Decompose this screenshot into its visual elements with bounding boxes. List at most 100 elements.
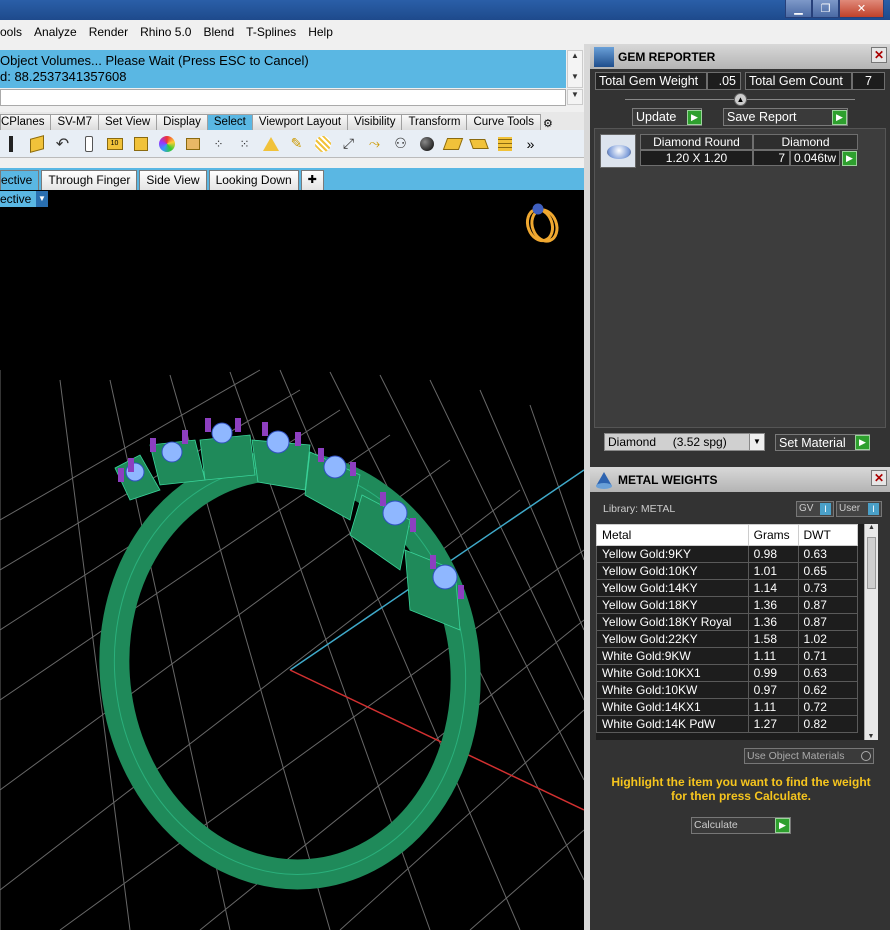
ten-icon[interactable]: 10 xyxy=(104,133,125,154)
bottle-icon[interactable] xyxy=(78,133,99,154)
table-row[interactable]: Yellow Gold:14KY 1.14 0.73 xyxy=(596,579,859,597)
menu-tools[interactable]: ools xyxy=(0,20,28,44)
table-row[interactable]: White Gold:14K PdW 1.27 0.82 xyxy=(596,715,859,733)
save-report-button[interactable]: Save Report xyxy=(723,108,848,126)
scale-icon[interactable]: ⤢ xyxy=(338,133,359,154)
table-row[interactable]: Yellow Gold:9KY 0.98 0.63 xyxy=(596,545,859,563)
dwt-value: 0.82 xyxy=(797,715,859,733)
table-row[interactable]: Yellow Gold:18KY 1.36 0.87 xyxy=(596,596,859,614)
spheres-icon[interactable]: ⚇ xyxy=(390,133,411,154)
metal-name: Yellow Gold:14KY xyxy=(596,579,749,597)
table-row[interactable]: White Gold:10KX1 0.99 0.63 xyxy=(596,664,859,682)
black-sphere-icon[interactable] xyxy=(416,133,437,154)
use-object-materials-toggle[interactable]: Use Object Materials xyxy=(744,748,874,764)
pen-icon[interactable]: ✎ xyxy=(286,133,307,154)
menu-rhino[interactable]: Rhino 5.0 xyxy=(134,20,197,44)
vp-tab-through-finger[interactable]: Through Finger xyxy=(41,170,138,190)
dwt-value: 0.65 xyxy=(797,562,859,580)
total-gem-count-value: 7 xyxy=(852,72,885,90)
tab-select[interactable]: Select xyxy=(206,114,253,130)
menu-blend[interactable]: Blend xyxy=(197,20,240,44)
table-row[interactable]: White Gold:14KX1 1.11 0.72 xyxy=(596,698,859,716)
table-row[interactable]: White Gold:10KW 0.97 0.62 xyxy=(596,681,859,699)
close-window-button[interactable]: ✕ xyxy=(839,0,884,18)
dwt-value: 0.87 xyxy=(797,613,859,631)
user-toggle[interactable]: User I xyxy=(836,501,882,517)
grams-value: 0.97 xyxy=(747,681,799,699)
dwt-value: 0.72 xyxy=(797,698,859,716)
ring-model xyxy=(99,418,481,890)
close-icon[interactable]: ✕ xyxy=(871,47,887,63)
minimize-button[interactable]: ▁ xyxy=(785,0,812,18)
update-play-icon[interactable]: ▶ xyxy=(687,110,702,125)
flat-surface-icon[interactable] xyxy=(468,133,489,154)
tab-curve-tools[interactable]: Curve Tools xyxy=(466,114,541,130)
gear-icon[interactable]: ⚙ xyxy=(540,117,553,130)
tab-sv-m7[interactable]: SV-M7 xyxy=(50,114,99,130)
tab-set-view[interactable]: Set View xyxy=(97,114,158,130)
menu-analyze[interactable]: Analyze xyxy=(28,20,83,44)
grams-value: 1.11 xyxy=(747,698,799,716)
col-grams[interactable]: Grams xyxy=(747,524,799,546)
calculate-label: Calculate xyxy=(694,819,738,831)
set-material-play-icon[interactable]: ▶ xyxy=(855,435,870,450)
tent-icon[interactable] xyxy=(260,133,281,154)
cube-icon[interactable] xyxy=(130,133,151,154)
menu-help[interactable]: Help xyxy=(302,20,339,44)
curve-icon[interactable]: ⤳ xyxy=(364,133,385,154)
save-report-play-icon[interactable]: ▶ xyxy=(832,110,847,125)
viewport-tabs: ective Through Finger Side View Looking … xyxy=(0,168,585,190)
more-icon[interactable]: » xyxy=(520,133,541,154)
table-row[interactable]: Yellow Gold:22KY 1.58 1.02 xyxy=(596,630,859,648)
material-select[interactable]: Diamond (3.52 spg) xyxy=(604,433,765,451)
arrow-icon[interactable] xyxy=(0,133,21,154)
box-icon[interactable] xyxy=(26,133,47,154)
tab-transform[interactable]: Transform xyxy=(401,114,468,130)
vp-tab-perspective[interactable]: ective xyxy=(0,170,40,190)
viewport-3d[interactable] xyxy=(0,190,584,930)
col-metal[interactable]: Metal xyxy=(596,524,749,546)
chevron-down-icon[interactable]: ▼ xyxy=(749,434,764,450)
use-object-materials-label: Use Object Materials xyxy=(747,750,845,762)
grid-surface-icon[interactable] xyxy=(494,133,515,154)
command-expand-button[interactable]: ▼ xyxy=(567,89,583,105)
folder-box-icon[interactable] xyxy=(182,133,203,154)
col-dwt[interactable]: DWT xyxy=(797,524,859,546)
close-icon[interactable]: ✕ xyxy=(871,470,887,486)
tab-display[interactable]: Display xyxy=(156,114,208,130)
scroll-thumb[interactable] xyxy=(867,537,876,589)
tab-cplanes[interactable]: CPlanes xyxy=(0,114,52,130)
command-scrollbar[interactable]: ▲ ▼ xyxy=(567,50,583,88)
command-input[interactable] xyxy=(0,89,566,106)
scroll-down-icon[interactable]: ▼ xyxy=(568,72,582,81)
undo-icon[interactable]: ↶ xyxy=(52,133,73,154)
table-row[interactable]: White Gold:9KW 1.11 0.71 xyxy=(596,647,859,665)
surface-icon[interactable] xyxy=(442,133,463,154)
collapse-icon[interactable]: ▲ xyxy=(734,93,747,106)
library-label: Library: METAL xyxy=(603,503,676,515)
color-wheel-icon[interactable] xyxy=(156,133,177,154)
scroll-up-icon[interactable]: ▲ xyxy=(568,51,582,60)
tab-viewport-layout[interactable]: Viewport Layout xyxy=(251,114,349,130)
tab-visibility[interactable]: Visibility xyxy=(347,114,403,130)
calculate-hint: Highlight the item you want to find the … xyxy=(611,775,871,803)
add-viewport-icon[interactable]: ✚ xyxy=(300,170,324,190)
menu-render[interactable]: Render xyxy=(83,20,134,44)
metal-name: Yellow Gold:9KY xyxy=(596,545,749,563)
restore-button[interactable]: ❐ xyxy=(812,0,839,18)
mesh-icon[interactable] xyxy=(312,133,333,154)
gv-toggle[interactable]: GV I xyxy=(796,501,834,517)
table-row[interactable]: Yellow Gold:10KY 1.01 0.65 xyxy=(596,562,859,580)
menu-tsplines[interactable]: T-Splines xyxy=(240,20,302,44)
table-scrollbar[interactable]: ▲ ▼ xyxy=(864,524,878,740)
metal-name: White Gold:14KX1 xyxy=(596,698,749,716)
viewport-menu-icon[interactable]: ▼ xyxy=(36,191,48,207)
calculate-play-icon[interactable]: ▶ xyxy=(775,818,790,833)
vp-tab-looking-down[interactable]: Looking Down xyxy=(208,170,299,190)
metal-name: White Gold:9KW xyxy=(596,647,749,665)
points-icon[interactable]: ⁘ xyxy=(208,133,229,154)
gem-row-play-icon[interactable]: ▶ xyxy=(842,151,857,166)
dots-icon[interactable]: ⁙ xyxy=(234,133,255,154)
vp-tab-side-view[interactable]: Side View xyxy=(139,170,207,190)
table-row[interactable]: Yellow Gold:18KY Royal 1.36 0.87 xyxy=(596,613,859,631)
